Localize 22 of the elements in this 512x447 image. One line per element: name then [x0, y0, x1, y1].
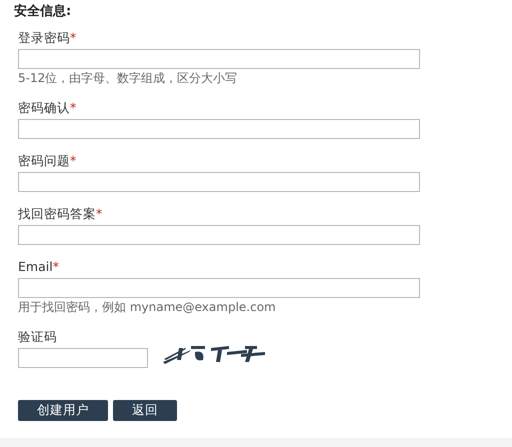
field-hint: 5-12位，由字母、数字组成，区分大小写 — [18, 70, 238, 86]
input-field[interactable] — [18, 225, 420, 245]
field-label: 登录密码 — [18, 30, 70, 46]
input-field[interactable] — [18, 348, 148, 368]
input-field[interactable] — [18, 49, 420, 69]
required-mark: * — [96, 206, 102, 222]
field-label: 密码问题 — [18, 153, 70, 169]
field-label: Email — [18, 259, 53, 275]
input-field[interactable] — [18, 278, 420, 298]
field-label: 验证码 — [18, 329, 57, 345]
field-hint: 用于找回密码，例如 myname@example.com — [18, 299, 277, 315]
section-title: 安全信息: — [14, 4, 72, 20]
field-label: 密码确认 — [18, 100, 70, 116]
form-button[interactable]: 创建用户 — [18, 400, 108, 421]
input-field[interactable] — [18, 172, 420, 192]
required-mark: * — [70, 100, 76, 116]
input-field[interactable] — [18, 119, 420, 139]
field-label: 找回密码答案 — [18, 206, 96, 222]
form-button[interactable]: 返回 — [113, 400, 177, 421]
required-mark: * — [70, 153, 76, 169]
required-mark: * — [70, 30, 76, 46]
required-mark: * — [52, 259, 59, 275]
